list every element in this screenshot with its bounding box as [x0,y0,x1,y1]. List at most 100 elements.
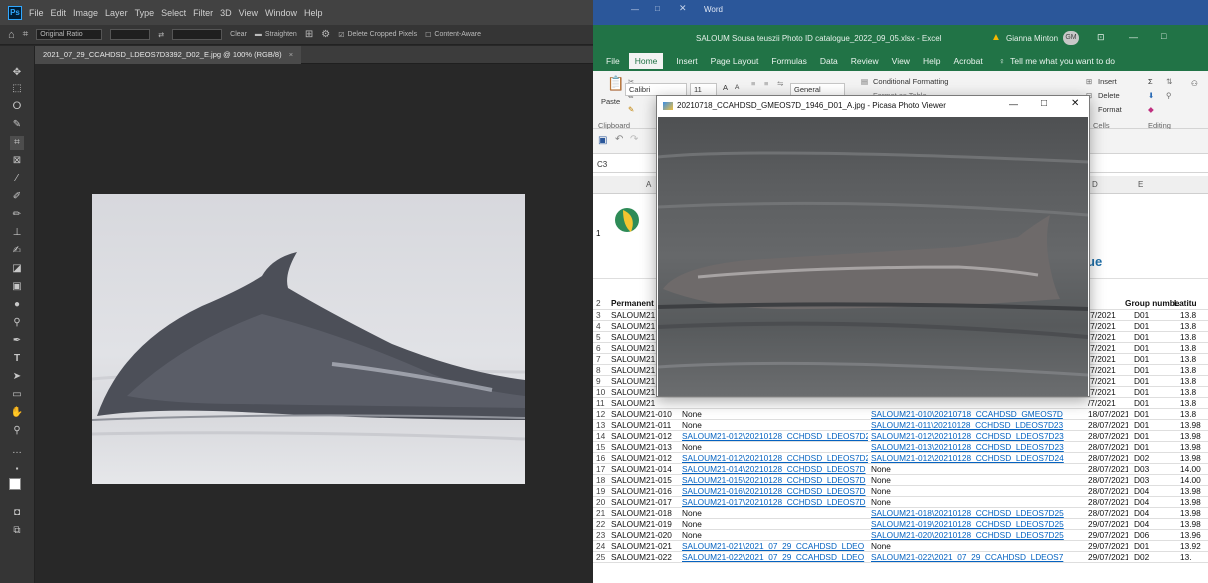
table-cell[interactable]: 13.92 [1180,541,1208,552]
table-cell[interactable]: None [682,530,868,541]
table-cell[interactable]: D01 [1134,332,1174,343]
table-cell[interactable]: 14.00 [1180,464,1208,475]
table-row[interactable]: 18 SALOUM21-015 SALOUM21-015\20210128_CCHD… [593,475,1208,486]
table-row[interactable]: 17 SALOUM21-014 SALOUM21-014\20210128_CCHD… [593,464,1208,475]
table-cell[interactable]: /7/2021 [1088,398,1128,409]
table-cell[interactable]: None [871,475,1087,486]
format-painter-icon[interactable]: ✎ [628,105,634,114]
table-row[interactable]: 19 SALOUM21-016 SALOUM21-016\20210128_CCHD… [593,486,1208,497]
table-cell[interactable]: SALOUM21-014 [611,464,681,475]
table-cell[interactable]: SALOUM21-022 [611,552,681,563]
table-cell[interactable]: 13.8 [1180,310,1208,321]
table-cell[interactable]: SALOUM21-017 [611,497,681,508]
insert-cells-button[interactable]: Insert [1098,77,1117,86]
table-cell[interactable]: SALOUM21-021\2021_07_29_CCAHDSD_LDEO [682,541,868,552]
table-cell[interactable]: /7/2021 [1088,310,1128,321]
table-cell[interactable]: D04 [1134,497,1174,508]
tab-view[interactable]: View [892,56,910,66]
sort-filter-icon[interactable]: ⇅ [1166,77,1172,86]
table-cell[interactable]: SALOUM21 [611,398,681,409]
table-cell[interactable]: 13.98 [1180,431,1208,442]
crop-tool-active-icon[interactable]: ⌗ [10,136,24,150]
table-cell[interactable]: SALOUM21-018 [611,508,681,519]
table-cell[interactable]: /7/2021 [1088,365,1128,376]
table-cell[interactable]: None [871,497,1087,508]
paste-button[interactable]: Paste [601,97,620,106]
table-cell[interactable]: SALOUM21-020 [611,530,681,541]
conditional-formatting-button[interactable]: Conditional Formatting [873,77,948,86]
table-cell[interactable]: /7/2021 [1088,376,1128,387]
tab-data[interactable]: Data [820,56,838,66]
tab-formulas[interactable]: Formulas [771,56,806,66]
format-cells-button[interactable]: Format [1098,105,1122,114]
table-row[interactable]: 13 SALOUM21-011 None SALOUM21-011\20210128_… [593,420,1208,431]
table-cell[interactable]: 13.8 [1180,365,1208,376]
foreground-color-swatch[interactable] [9,478,21,490]
table-cell[interactable]: SALOUM21-013 [611,442,681,453]
content-aware-checkbox[interactable]: ☐ [425,31,431,39]
wrap-text-icon[interactable]: ⇋ [777,79,783,88]
word-close-icon[interactable]: ✕ [679,3,687,14]
table-row[interactable]: 24 SALOUM21-021 SALOUM21-021\2021_07_29_CC… [593,541,1208,552]
grid-overlay-icon[interactable]: ⊞ [305,29,313,40]
table-cell[interactable]: D06 [1134,530,1174,541]
table-cell[interactable]: 13.98 [1180,497,1208,508]
height-field[interactable] [172,29,223,40]
gradient-tool-icon[interactable]: ▣ [10,280,24,294]
user-avatar[interactable]: GM [1063,31,1079,45]
type-tool-icon[interactable]: T [10,352,24,366]
clear-button[interactable]: Clear [230,31,247,38]
table-cell[interactable]: /7/2021 [1088,387,1128,398]
word-restore-icon[interactable]: □ [655,4,660,13]
undo-icon[interactable]: ↶ [615,134,623,145]
straighten-label[interactable]: Straighten [265,31,297,38]
excel-user-name[interactable]: Gianna Minton [1006,34,1058,43]
table-cell[interactable]: 28/07/2021 [1088,486,1128,497]
table-cell[interactable]: SALOUM21-022\2021_07_29_CCAHDSD_LDEOS7 [871,552,1087,563]
tab-file[interactable]: File [606,56,620,66]
tab-review[interactable]: Review [851,56,879,66]
table-cell[interactable]: None [871,464,1087,475]
home-icon[interactable]: ⌂ [8,29,15,41]
autosum-icon[interactable]: Σ [1148,77,1153,86]
document-tab[interactable]: 2021_07_29_CCAHDSD_LDEOS7D3392_D02_E.jpg… [35,46,302,64]
table-cell[interactable]: SALOUM21-013\20210128_CCHDSD_LDEOS7D23 [871,442,1087,453]
dodge-tool-icon[interactable]: ⚲ [10,316,24,330]
table-cell[interactable]: 13.8 [1180,409,1208,420]
table-cell[interactable]: D01 [1134,442,1174,453]
table-cell[interactable]: None [682,442,868,453]
align-middle-icon[interactable]: ≡ [764,79,768,88]
tab-help[interactable]: Help [923,56,940,66]
menu-type[interactable]: Type [135,8,155,18]
share-icon[interactable]: ⚇ [1191,79,1198,88]
col-header-a[interactable]: A [646,180,651,189]
swap-icon[interactable]: ⇄ [158,31,164,39]
redo-icon[interactable]: ↷ [630,134,638,145]
table-cell[interactable]: D04 [1134,508,1174,519]
col-header-d[interactable]: D [1092,180,1098,189]
table-cell[interactable]: 13.8 [1180,343,1208,354]
table-cell[interactable]: 13.98 [1180,442,1208,453]
table-row[interactable]: 11 SALOUM21/7/2021 D01 13.8 [593,398,1208,409]
table-cell[interactable]: D04 [1134,519,1174,530]
table-cell[interactable]: 14.00 [1180,475,1208,486]
picasa-close-icon[interactable]: ✕ [1071,98,1079,109]
table-cell[interactable]: D03 [1134,475,1174,486]
table-cell[interactable]: 28/07/2021 [1088,442,1128,453]
table-cell[interactable]: 28/07/2021 [1088,420,1128,431]
table-cell[interactable]: 18/07/2021 [1088,409,1128,420]
zoom-tool-icon[interactable]: ⚲ [10,424,24,438]
insert-cells-icon[interactable]: ⊞ [1086,77,1092,86]
blur-tool-icon[interactable]: ● [10,298,24,312]
clear-icon[interactable]: ◆ [1148,105,1154,114]
picasa-maximize-icon[interactable]: □ [1041,98,1047,109]
table-cell[interactable]: 13.8 [1180,387,1208,398]
table-cell[interactable]: 13.8 [1180,354,1208,365]
table-cell[interactable]: SALOUM21-019\20210128_CCHDSD_LDEOS7D25 [871,519,1087,530]
quick-select-icon[interactable]: ✎ [10,118,24,132]
table-cell[interactable]: D01 [1134,541,1174,552]
table-cell[interactable]: 28/07/2021 [1088,497,1128,508]
table-cell[interactable]: SALOUM21-015\20210128_CCHDSD_LDEOS7D [682,475,868,486]
clone-stamp-icon[interactable]: ⊥ [10,226,24,240]
table-cell[interactable]: D01 [1134,431,1174,442]
